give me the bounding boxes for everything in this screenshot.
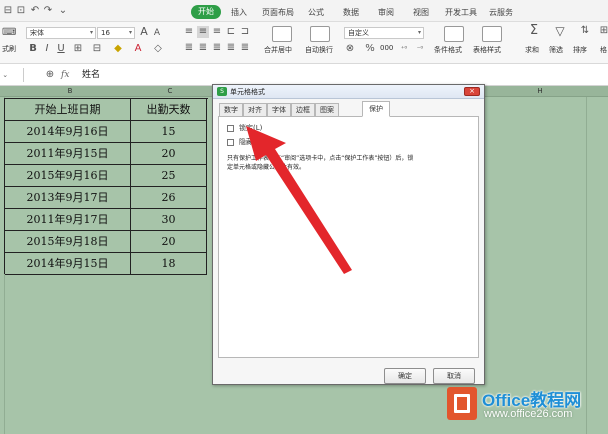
watermark-url: www.office26.com (484, 408, 573, 420)
red-arrow-annotation (246, 126, 352, 274)
office-logo-mark (454, 394, 470, 413)
office-logo (447, 387, 477, 420)
arrow-shape (246, 126, 352, 274)
